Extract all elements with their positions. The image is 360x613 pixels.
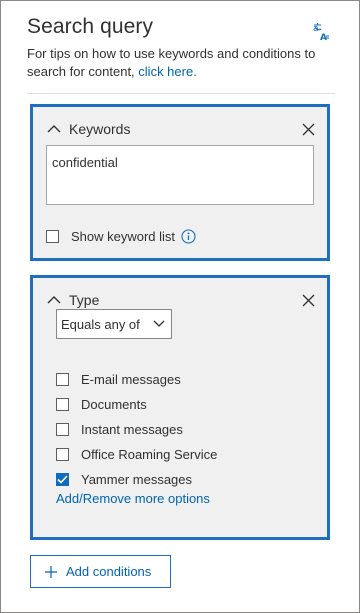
type-card: Type Equals any of E-mail messages Docum… [30,275,330,540]
type-option-label: E-mail messages [81,372,181,387]
type-option[interactable]: Instant messages [56,422,183,437]
type-option-label: Office Roaming Service [81,447,218,462]
keywords-card: Keywords confidential Show keyword list [30,104,330,261]
show-keyword-list-row[interactable]: Show keyword list [46,229,196,244]
type-option-checkbox[interactable] [56,398,69,411]
show-keyword-list-label: Show keyword list [71,229,176,244]
type-title: Type [69,292,100,308]
type-option-label: Instant messages [81,422,183,437]
type-header[interactable]: Type [47,292,99,308]
keywords-title: Keywords [69,121,131,137]
plus-icon [45,565,57,578]
type-option-checkbox[interactable] [56,423,69,436]
divider [27,93,335,94]
search-query-panel: Search query a A For tips on how to use … [0,0,360,613]
chevron-up-icon [47,125,61,133]
language-translate-icon[interactable]: a A [312,22,330,42]
type-option-checkbox[interactable] [56,448,69,461]
chevron-up-icon [47,296,61,304]
tips-text: For tips on how to use keywords and cond… [27,45,327,81]
add-conditions-label: Add conditions [66,564,152,579]
panel-title: Search query [27,15,154,38]
operator-value: Equals any of [61,316,140,332]
type-option[interactable]: Yammer messages [56,472,192,487]
type-option[interactable]: Documents [56,397,147,412]
keywords-header[interactable]: Keywords [47,121,130,137]
type-option[interactable]: Office Roaming Service [56,447,217,462]
type-option-checkbox-checked[interactable] [56,473,69,486]
keywords-input[interactable]: confidential [46,145,314,205]
add-remove-options-link[interactable]: Add/Remove more options [56,491,210,506]
close-icon[interactable] [302,294,315,307]
type-option-label: Yammer messages [81,472,193,487]
add-conditions-button[interactable]: Add conditions [30,555,171,588]
type-option-label: Documents [81,397,147,412]
chevron-down-icon [153,320,165,327]
operator-dropdown[interactable]: Equals any of [56,309,172,339]
info-icon[interactable] [181,229,196,244]
type-option-checkbox[interactable] [56,373,69,386]
close-icon[interactable] [302,123,315,136]
svg-text:A: A [320,33,327,42]
tips-link[interactable]: click here. [138,64,197,79]
type-option[interactable]: E-mail messages [56,372,181,387]
checkmark-icon [57,475,68,484]
show-keyword-list-checkbox[interactable] [46,230,59,243]
